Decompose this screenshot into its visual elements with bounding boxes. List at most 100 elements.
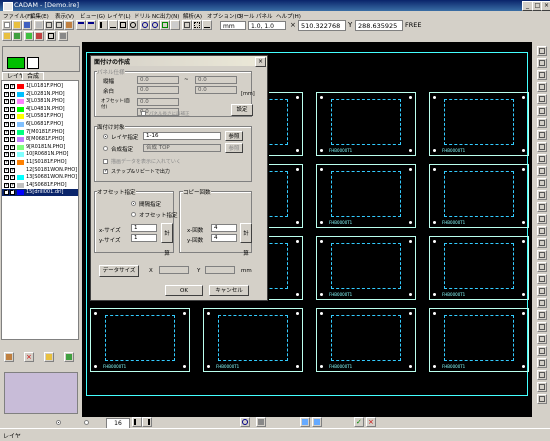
right-tool-icon[interactable] xyxy=(537,358,547,368)
right-tool-icon[interactable] xyxy=(537,334,547,344)
pcb-board[interactable]: FHB0000T1 xyxy=(316,164,416,228)
layer-color-swatch[interactable] xyxy=(17,160,24,165)
zoom-tool-icon[interactable] xyxy=(240,417,250,427)
layer-row[interactable]: ✓ ✓ 3[L0381N.PHO] xyxy=(2,98,78,105)
zoom-out-icon[interactable] xyxy=(150,20,160,30)
right-tool-icon[interactable] xyxy=(537,298,547,308)
right-tool-icon[interactable] xyxy=(537,322,547,332)
right-tool-icon[interactable] xyxy=(537,154,547,164)
right-tool-icon[interactable] xyxy=(537,202,547,212)
menu-nc-output[interactable]: NC出力(N) xyxy=(152,12,179,20)
menu-view[interactable]: 表示(V) xyxy=(55,12,74,20)
current-layer-swatch[interactable] xyxy=(7,57,25,69)
print-icon[interactable] xyxy=(34,20,44,30)
grid-icon[interactable] xyxy=(192,20,202,30)
y-size-field[interactable]: 1 xyxy=(131,234,157,242)
pan-icon[interactable] xyxy=(170,20,180,30)
drawing-data-checkbox[interactable] xyxy=(103,159,108,164)
circle-icon[interactable] xyxy=(128,20,138,30)
layer-active-checkbox[interactable]: ✓ xyxy=(10,160,15,165)
x-count-field[interactable]: 4 xyxy=(211,224,237,232)
radio-layer-select[interactable] xyxy=(103,134,108,139)
radio-offset[interactable] xyxy=(131,212,136,217)
open-icon[interactable] xyxy=(12,20,22,30)
right-tool-icon[interactable] xyxy=(537,106,547,116)
cross-icon[interactable]: × xyxy=(366,417,376,427)
layer-color-swatch[interactable] xyxy=(17,122,24,127)
radio-interval[interactable] xyxy=(131,201,136,206)
zoom-fit-icon[interactable] xyxy=(160,20,170,30)
layer-color-swatch[interactable] xyxy=(17,129,24,135)
unit-select[interactable]: mm xyxy=(220,21,246,30)
layer-active-checkbox[interactable]: ✓ xyxy=(10,129,15,135)
pcb-board[interactable]: FHB0000T1 xyxy=(429,236,529,300)
layer-active-checkbox[interactable]: ✓ xyxy=(10,114,15,120)
check-icon[interactable]: ✓ xyxy=(354,417,364,427)
right-tool-icon[interactable] xyxy=(537,82,547,92)
layer-visible-checkbox[interactable]: ✓ xyxy=(4,129,9,135)
right-tool-icon[interactable] xyxy=(537,190,547,200)
layer-row[interactable]: ✓ ✓ 12[S0181WON.PHO] xyxy=(2,167,78,174)
pcb-board[interactable]: FHB0000T1 xyxy=(429,308,529,372)
layer-active-checkbox[interactable]: ✓ xyxy=(10,99,15,105)
home-icon[interactable] xyxy=(4,352,14,362)
pcb-board[interactable]: FHB0000T1 xyxy=(429,92,529,156)
y-count-field[interactable]: 4 xyxy=(211,234,237,242)
layer-visible-checkbox[interactable]: ✓ xyxy=(4,137,9,143)
width-from-field[interactable]: 0.0 xyxy=(137,76,179,84)
margin-field[interactable]: 0.0 xyxy=(137,86,179,94)
layer-color-swatch[interactable] xyxy=(17,144,24,150)
polygon-radio[interactable] xyxy=(84,420,89,425)
undo-icon[interactable] xyxy=(76,20,86,30)
dialog-close-button[interactable]: × xyxy=(255,57,266,67)
count-calc-button[interactable]: 計算 xyxy=(240,223,252,257)
right-tool-icon[interactable] xyxy=(537,262,547,272)
rect-icon[interactable] xyxy=(118,20,128,30)
right-tool-icon[interactable] xyxy=(537,130,547,140)
layer-row[interactable]: ✓ ✓ 5[L0581F.PHO] xyxy=(2,113,78,120)
color-tool-icon[interactable] xyxy=(24,31,34,41)
new-icon[interactable] xyxy=(2,20,12,30)
copy-icon[interactable] xyxy=(54,20,64,30)
menu-edit[interactable]: 編集(E) xyxy=(30,12,49,20)
menu-viewgroup[interactable]: ビュー(G) xyxy=(80,12,105,20)
menu-tools[interactable]: ツール xyxy=(238,12,255,20)
layer-row[interactable]: ✓ ✓ 9[R0181N.PHO] xyxy=(2,144,78,151)
folder-icon[interactable] xyxy=(44,352,54,362)
layer-visible-checkbox[interactable]: ✓ xyxy=(4,122,9,127)
layer-row[interactable]: ✓ ✓ 13[S0681WON.PHO] xyxy=(2,174,78,181)
layer-active-checkbox[interactable]: ✓ xyxy=(10,175,15,181)
layer-active-checkbox[interactable]: ✓ xyxy=(10,106,15,112)
right-tool-icon[interactable] xyxy=(537,238,547,248)
view-top-icon[interactable] xyxy=(300,417,310,427)
margin-to-field[interactable]: 0.0 xyxy=(195,86,237,94)
layer-row[interactable]: ✓ ✓ 4[L0481N.PHO] xyxy=(2,106,78,113)
paste-icon[interactable] xyxy=(64,20,74,30)
right-tool-icon[interactable] xyxy=(537,226,547,236)
layer-visible-checkbox[interactable]: ✓ xyxy=(4,106,9,112)
delete-icon[interactable]: × xyxy=(24,352,34,362)
layer-active-checkbox[interactable]: ✓ xyxy=(10,144,15,150)
layer-list[interactable]: ✓ ✓ 1[L0181F.PHO] ✓ ✓ 2[L0281N.PHO] ✓ ✓ 3[L0381N… xyxy=(1,80,79,340)
layer-color-swatch[interactable] xyxy=(17,137,24,143)
pcb-board[interactable]: FHB0000T1 xyxy=(316,92,416,156)
layer-active-checkbox[interactable]: ✓ xyxy=(10,167,15,173)
composite-tool-icon[interactable] xyxy=(12,31,22,41)
right-tool-icon[interactable] xyxy=(537,370,547,380)
step-repeat-checkbox[interactable]: ✓ xyxy=(103,169,108,174)
zoom-in-icon[interactable] xyxy=(140,20,150,30)
offset-x-field[interactable]: 0.0 xyxy=(137,98,179,106)
text-tool-icon[interactable] xyxy=(46,31,56,41)
select-icon[interactable] xyxy=(98,20,108,30)
layer-active-checkbox[interactable]: ✓ xyxy=(10,190,15,196)
right-tool-icon[interactable] xyxy=(537,382,547,392)
right-tool-icon[interactable] xyxy=(537,94,547,104)
composite-field[interactable]: 合成 TOP xyxy=(143,144,221,152)
radio-composite-select[interactable] xyxy=(103,146,108,151)
right-tool-icon[interactable] xyxy=(537,166,547,176)
menu-file[interactable]: ファイル(F) xyxy=(3,12,32,20)
width-to-field[interactable]: 0.0 xyxy=(195,76,237,84)
layer-active-checkbox[interactable]: ✓ xyxy=(10,137,15,143)
next-page-icon[interactable] xyxy=(142,417,152,427)
x-size-field[interactable]: 1 xyxy=(131,224,157,232)
